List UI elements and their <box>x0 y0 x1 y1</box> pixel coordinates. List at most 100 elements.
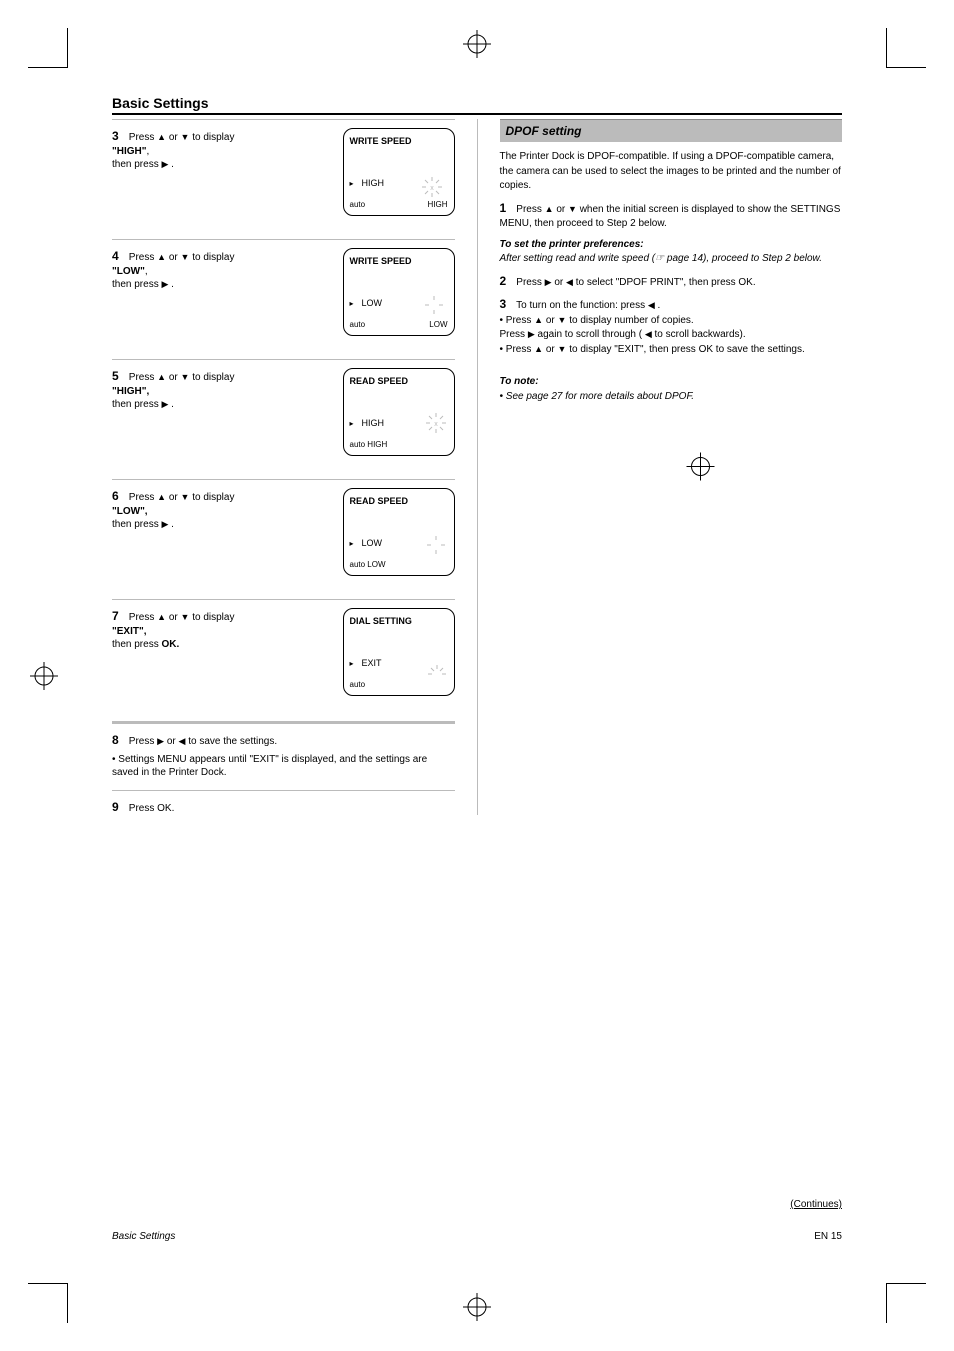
step-text: Press <box>129 372 157 383</box>
step-text: to display <box>189 252 234 263</box>
step-text: to display <box>189 372 234 383</box>
step-text: . <box>168 279 174 290</box>
lcd-cursor-icon: ▸ <box>350 299 354 310</box>
step-number: 5 <box>112 368 126 384</box>
lcd-line1: WRITE SPEED <box>350 135 448 147</box>
to-note-label: To note: <box>500 376 539 387</box>
step-text: • Press <box>500 315 535 326</box>
step-text: to display <box>189 612 234 623</box>
step-text: Press <box>129 612 157 623</box>
lcd-line1: READ SPEED <box>350 375 448 387</box>
step-text: . <box>655 300 661 311</box>
step-text: to select "DPOF PRINT", then press OK. <box>573 277 756 288</box>
step-8: 8 Press or to save the settings. • Setti… <box>112 724 455 780</box>
right-step-1: 1 Press or when the initial screen is di… <box>500 200 843 232</box>
right-triangle-icon <box>528 329 535 340</box>
step-text: or <box>166 252 180 263</box>
lcd-cursor-icon: ▸ <box>350 419 354 430</box>
lcd-bottom-left: auto <box>350 320 366 331</box>
page-footer: Basic Settings EN 15 <box>112 1231 842 1242</box>
lcd-cursor-icon: ▸ <box>350 539 354 550</box>
speed-low-icon <box>422 293 446 321</box>
step-number: 2 <box>500 273 514 290</box>
lcd-screen: READ SPEED ▸ LOW auto LOW <box>343 488 455 576</box>
step-text: . <box>168 159 174 170</box>
footer-left: Basic Settings <box>112 1231 175 1242</box>
step-text: to display number of copies. <box>566 315 693 326</box>
step-text: . <box>168 399 174 410</box>
step-number: 6 <box>112 488 126 504</box>
step-text: then press <box>112 639 159 650</box>
left-triangle-icon <box>648 300 655 311</box>
step-4: 4 Press or to display "LOW", then press … <box>112 239 455 359</box>
step-text: to display <box>189 492 234 503</box>
bullet-note: • Settings MENU appears until "EXIT" is … <box>112 753 455 780</box>
intro-paragraph: The Printer Dock is DPOF-compatible. If … <box>500 150 843 194</box>
registration-mark-bottom <box>463 1293 491 1321</box>
lcd-line1: READ SPEED <box>350 495 448 507</box>
step-text: Press <box>129 252 157 263</box>
step-6: 6 Press or to display "LOW", then press … <box>112 479 455 599</box>
lcd-value: HIGH <box>362 417 385 429</box>
step-text: or <box>554 204 568 215</box>
left-triangle-icon <box>566 277 573 288</box>
lcd-bottom-right: HIGH <box>428 200 448 211</box>
step-text: to save the settings. <box>185 736 277 747</box>
page-title: Basic Settings <box>112 95 842 115</box>
step-text: again to scroll through ( <box>535 329 645 340</box>
option-value: "EXIT", <box>112 626 147 637</box>
step-text: • Press <box>500 344 535 355</box>
step-text: Press <box>129 736 157 747</box>
up-triangle-icon <box>545 204 554 215</box>
step-text: Press <box>129 132 157 143</box>
pref-note: To set the printer preferences: After se… <box>500 238 843 267</box>
up-triangle-icon <box>157 132 166 143</box>
section-heading: DPOF setting <box>500 119 843 142</box>
step-text: Press <box>516 204 544 215</box>
step-text: to display "EXIT", then press OK to save… <box>566 344 804 355</box>
up-triangle-icon <box>157 612 166 623</box>
right-triangle-icon <box>157 736 164 747</box>
lcd-screen: WRITE SPEED ▸ LOW auto LOW <box>343 248 455 336</box>
lcd-value: LOW <box>362 537 383 549</box>
speed-high-icon: x <box>422 409 450 441</box>
up-triangle-icon <box>157 492 166 503</box>
step-text: or <box>164 736 178 747</box>
svg-text:x: x <box>434 421 438 428</box>
lcd-cursor-icon: ▸ <box>350 659 354 670</box>
step-text: to display <box>189 132 234 143</box>
step-number: 1 <box>500 200 514 217</box>
step-number: 4 <box>112 248 126 264</box>
up-triangle-icon <box>157 252 166 263</box>
option-value: "LOW" <box>112 266 145 277</box>
lcd-bottom-left: auto HIGH <box>350 440 388 451</box>
column-divider <box>477 119 478 815</box>
lcd-screen: WRITE SPEED ▸ HIGH x auto HIGH <box>343 128 455 216</box>
note-body: After setting read and write speed (☞ pa… <box>500 253 823 264</box>
to-note-body: • See page 27 for more details about DPO… <box>500 391 695 402</box>
note-lead: To set the printer preferences: <box>500 239 644 250</box>
registration-mark-left <box>30 662 58 690</box>
step-text: Press <box>516 277 544 288</box>
lcd-line1: DIAL SETTING <box>350 615 448 627</box>
step-text: . <box>168 519 174 530</box>
step-text: or <box>166 132 180 143</box>
step-3: 3 Press or to display "HIGH", then press… <box>112 119 455 239</box>
step-text: Press <box>500 329 528 340</box>
up-triangle-icon <box>534 344 543 355</box>
speed-low-icon <box>424 533 448 561</box>
step-text: then press <box>112 519 161 530</box>
svg-text:x: x <box>430 185 434 192</box>
step-text: Press OK. <box>129 803 175 814</box>
left-triangle-icon <box>645 329 652 340</box>
right-step-2: 2 Press or to select "DPOF PRINT", then … <box>500 273 843 291</box>
right-step-3: 3 To turn on the function: press . • Pre… <box>500 296 843 357</box>
lcd-value: HIGH <box>362 177 385 189</box>
lcd-bottom-left: auto <box>350 200 366 211</box>
lcd-value: LOW <box>362 297 383 309</box>
step-text: then press <box>112 159 161 170</box>
step-number: 3 <box>500 296 514 313</box>
right-column: DPOF setting The Printer Dock is DPOF-co… <box>500 119 843 815</box>
lcd-screen: DIAL SETTING ▸ EXIT auto <box>343 608 455 696</box>
step-5: 5 Press or to display "HIGH", then press… <box>112 359 455 479</box>
